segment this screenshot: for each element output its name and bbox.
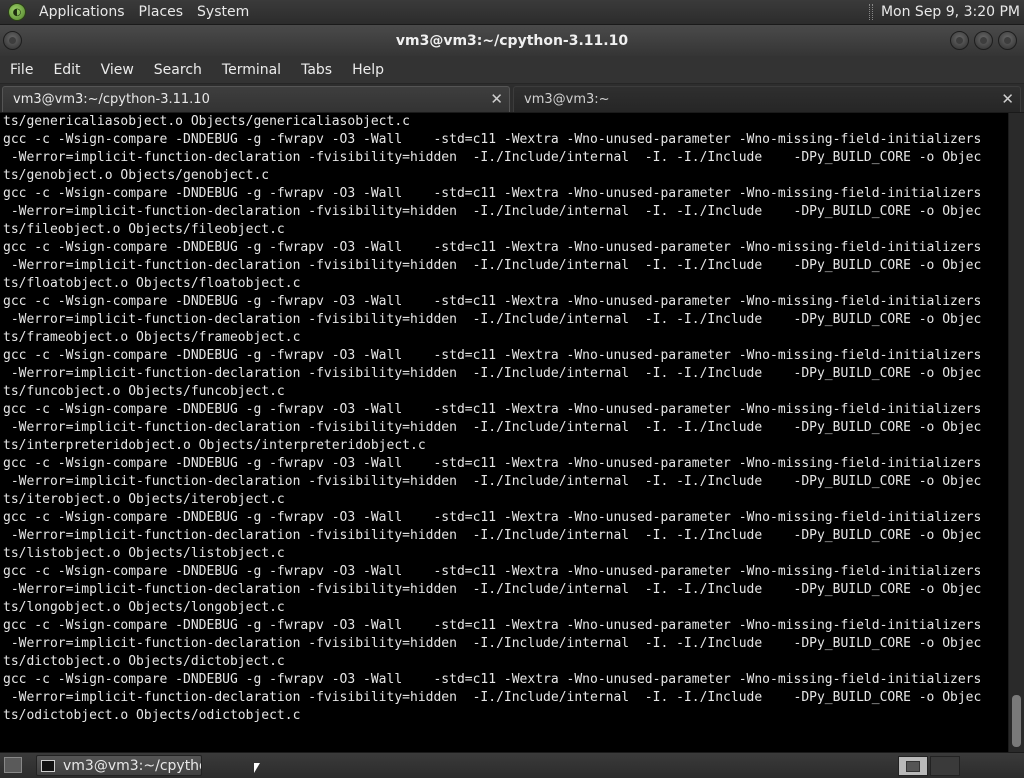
top-panel: ◐ Applications Places System Mon Sep 9, … (0, 0, 1024, 25)
terminal-line: gcc -c -Wsign-compare -DNDEBUG -g -fwrap… (3, 672, 982, 687)
terminal-line: -Werror=implicit-function-declaration -f… (3, 528, 982, 543)
terminal-line: -Werror=implicit-function-declaration -f… (3, 150, 982, 165)
workspace-window-icon (906, 760, 920, 772)
menu-tabs[interactable]: Tabs (293, 62, 340, 78)
terminal-line: -Werror=implicit-function-declaration -f… (3, 474, 982, 489)
terminal-line: -Werror=implicit-function-declaration -f… (3, 366, 982, 381)
system-menu[interactable]: System (190, 4, 256, 20)
mouse-pointer-icon (254, 763, 260, 773)
terminal-line: gcc -c -Wsign-compare -DNDEBUG -g -fwrap… (3, 348, 982, 363)
terminal-line: ts/dictobject.o Objects/dictobject.c (3, 654, 285, 669)
terminal-line: ts/fileobject.o Objects/fileobject.c (3, 222, 285, 237)
window-menu-icon[interactable] (3, 31, 22, 50)
terminal-line: ts/listobject.o Objects/listobject.c (3, 546, 285, 561)
terminal-line: -Werror=implicit-function-declaration -f… (3, 420, 982, 435)
panel-right-area: Mon Sep 9, 3:20 PM (868, 0, 1024, 24)
terminal-icon (41, 759, 55, 772)
menu-terminal[interactable]: Terminal (214, 62, 289, 78)
terminal-line: gcc -c -Wsign-compare -DNDEBUG -g -fwrap… (3, 402, 982, 417)
terminal-line: -Werror=implicit-function-declaration -f… (3, 312, 982, 327)
terminal-line: -Werror=implicit-function-declaration -f… (3, 690, 982, 705)
terminal-line: gcc -c -Wsign-compare -DNDEBUG -g -fwrap… (3, 132, 982, 147)
terminal-output[interactable]: ts/genericaliasobject.o Objects/generica… (0, 113, 1008, 752)
terminal-line: gcc -c -Wsign-compare -DNDEBUG -g -fwrap… (3, 240, 982, 255)
taskbar-task-label: vm3@vm3:~/cpytho... (63, 757, 201, 774)
close-tab-icon[interactable]: ✕ (1001, 90, 1014, 108)
tab-label: vm3@vm3:~/cpython-3.11.10 (13, 92, 210, 107)
terminal-line: -Werror=implicit-function-declaration -f… (3, 582, 982, 597)
terminal-line: ts/floatobject.o Objects/floatobject.c (3, 276, 301, 291)
terminal-line: ts/longobject.o Objects/longobject.c (3, 600, 285, 615)
taskbar-terminal-button[interactable]: vm3@vm3:~/cpytho... (36, 755, 202, 776)
close-tab-icon[interactable]: ✕ (490, 90, 503, 108)
terminal-line: gcc -c -Wsign-compare -DNDEBUG -g -fwrap… (3, 456, 982, 471)
terminal-line: -Werror=implicit-function-declaration -f… (3, 636, 982, 651)
maximize-button[interactable] (974, 31, 993, 50)
menu-view[interactable]: View (93, 62, 142, 78)
terminal-scrollbar[interactable] (1008, 113, 1024, 752)
terminal-text: ts/genericaliasobject.o Objects/generica… (0, 113, 1008, 725)
terminal-line: ts/odictobject.o Objects/odictobject.c (3, 708, 301, 723)
menubar: File Edit View Search Terminal Tabs Help (0, 56, 1024, 84)
panel-handle-icon[interactable] (868, 4, 873, 20)
terminal-line: gcc -c -Wsign-compare -DNDEBUG -g -fwrap… (3, 294, 982, 309)
terminal-line: ts/genericaliasobject.o Objects/generica… (3, 114, 410, 129)
terminal-line: ts/genobject.o Objects/genobject.c (3, 168, 270, 183)
terminal-line: gcc -c -Wsign-compare -DNDEBUG -g -fwrap… (3, 186, 982, 201)
terminal-line: -Werror=implicit-function-declaration -f… (3, 258, 982, 273)
panel-clock[interactable]: Mon Sep 9, 3:20 PM (881, 4, 1024, 20)
close-window-button[interactable] (998, 31, 1017, 50)
menu-search[interactable]: Search (146, 62, 210, 78)
minimize-button[interactable] (950, 31, 969, 50)
workspace-2[interactable] (930, 756, 960, 776)
tab-label: vm3@vm3:~ (524, 92, 610, 107)
menu-file[interactable]: File (2, 62, 41, 78)
terminal-line: -Werror=implicit-function-declaration -f… (3, 204, 982, 219)
window-title: vm3@vm3:~/cpython-3.11.10 (395, 32, 629, 49)
distro-logo-icon[interactable]: ◐ (8, 3, 26, 21)
window-titlebar[interactable]: vm3@vm3:~/cpython-3.11.10 (0, 25, 1024, 56)
terminal-line: gcc -c -Wsign-compare -DNDEBUG -g -fwrap… (3, 618, 982, 633)
places-menu[interactable]: Places (132, 4, 191, 20)
tab-cpython[interactable]: vm3@vm3:~/cpython-3.11.10 ✕ (2, 86, 510, 112)
terminal-line: ts/funcobject.o Objects/funcobject.c (3, 384, 285, 399)
terminal-line: ts/interpreteridobject.o Objects/interpr… (3, 438, 426, 453)
terminal-line: ts/frameobject.o Objects/frameobject.c (3, 330, 301, 345)
applications-menu[interactable]: Applications (32, 4, 132, 20)
workspace-1[interactable] (898, 756, 928, 776)
scrollbar-thumb[interactable] (1012, 695, 1021, 747)
terminal-line: gcc -c -Wsign-compare -DNDEBUG -g -fwrap… (3, 510, 982, 525)
terminal-line: ts/iterobject.o Objects/iterobject.c (3, 492, 285, 507)
bottom-panel: vm3@vm3:~/cpytho... (0, 752, 1024, 778)
menu-edit[interactable]: Edit (45, 62, 88, 78)
tab-home[interactable]: vm3@vm3:~ ✕ (513, 86, 1021, 112)
show-desktop-icon[interactable] (4, 757, 22, 773)
tab-bar: vm3@vm3:~/cpython-3.11.10 ✕ vm3@vm3:~ ✕ (0, 84, 1024, 113)
terminal-line: gcc -c -Wsign-compare -DNDEBUG -g -fwrap… (3, 564, 982, 579)
menu-help[interactable]: Help (344, 62, 392, 78)
